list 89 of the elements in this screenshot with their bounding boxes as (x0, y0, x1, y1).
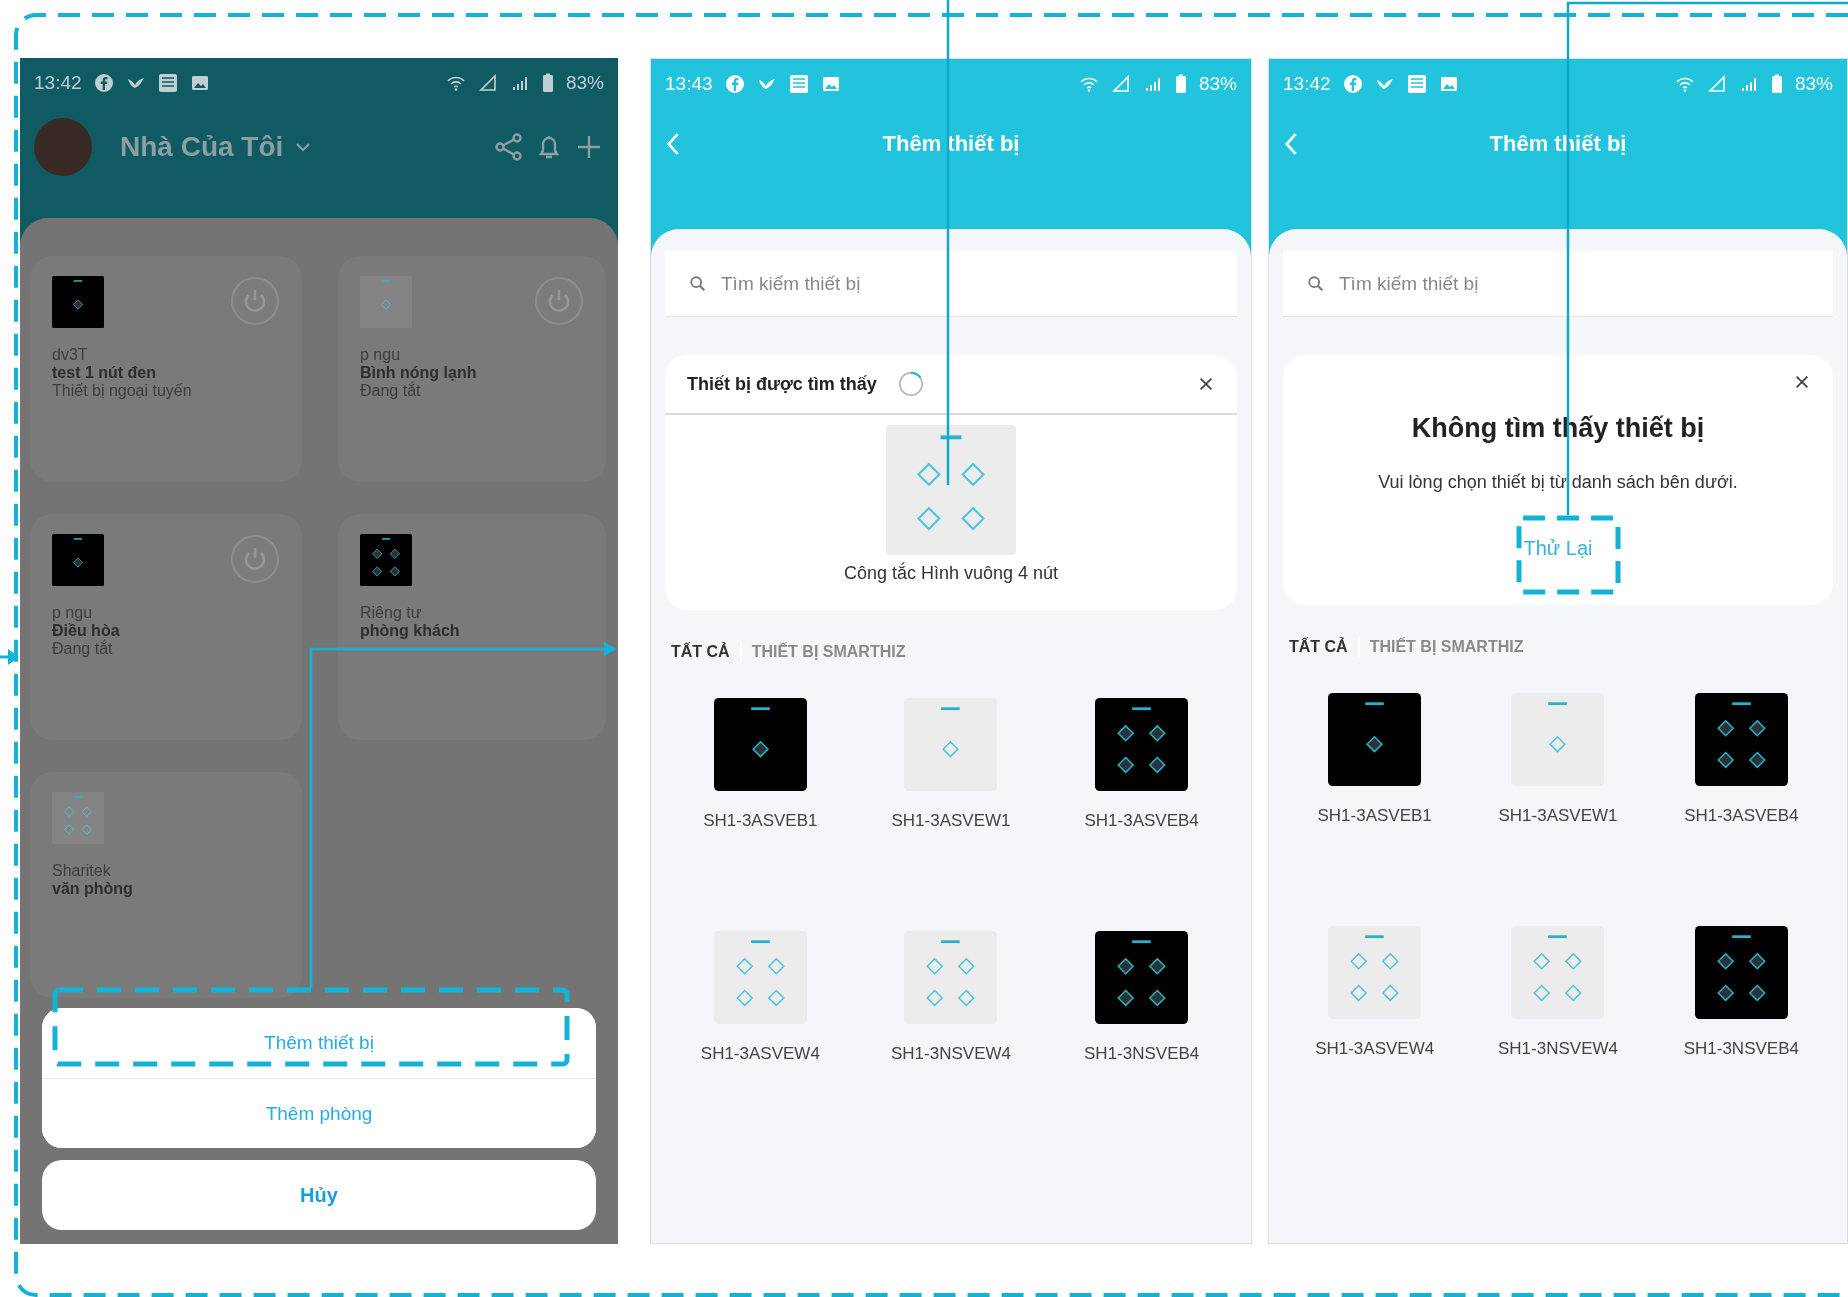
room-name: p ngu (52, 604, 94, 622)
loading-spinner (896, 370, 925, 398)
status-time: 13:42 (34, 72, 82, 94)
device-model-label: SH1-3NSVEB4 (1683, 1039, 1799, 1059)
device-name: văn phòng (52, 880, 134, 898)
news-app-icon (1406, 74, 1427, 94)
device-model-label: SH1-3ASVEB4 (1684, 806, 1799, 826)
facebook-icon (1342, 74, 1363, 94)
device-status: Thiết bị ngoại tuyến (52, 382, 193, 400)
found-devices-title: Thiết bị được tìm thấy (687, 373, 877, 395)
facebook-icon (724, 74, 745, 94)
battery-icon (1770, 74, 1783, 94)
switch-image[interactable] (1694, 926, 1788, 1019)
device-name: test 1 nút đen (52, 364, 157, 382)
room-name: p ngu (360, 346, 402, 364)
action-sheet-item[interactable]: Thêm phòng (42, 1078, 596, 1148)
signal-icon (1706, 74, 1727, 94)
category-tab[interactable]: TẤT CẢ (671, 643, 730, 661)
news-app-icon (157, 73, 178, 93)
search-icon (1307, 275, 1325, 293)
category-tab[interactable]: THIẾT BỊ SMARTHIZ (751, 643, 906, 661)
arrow (0, 649, 19, 665)
search-field[interactable]: Tìm kiếm thiết bị (1283, 251, 1833, 317)
device-model-label: SH1-3NSVEB4 (1084, 1044, 1200, 1064)
signal-icon (477, 73, 498, 93)
switch-image[interactable] (904, 931, 998, 1024)
device-model-label: SH1-3NSVEW4 (891, 1044, 1011, 1064)
search-icon (689, 275, 707, 293)
status-time: 13:42 (1283, 73, 1331, 95)
close-icon[interactable] (1197, 375, 1215, 393)
device-model-label: SH1-3ASVEB4 (1084, 811, 1199, 831)
switch-image[interactable] (713, 698, 807, 791)
image-icon (1438, 74, 1459, 94)
switch-image[interactable] (713, 931, 807, 1024)
device-model-label: SH1-3ASVEB1 (703, 811, 818, 831)
image-icon (189, 73, 210, 93)
device-model-label: SH1-3ASVEW1 (1498, 806, 1618, 826)
device-status: Đang tắt (360, 382, 421, 400)
battery-icon (1174, 74, 1187, 94)
room-name: dv3T (52, 346, 89, 364)
switch-image[interactable] (885, 425, 1017, 555)
battery-percent: 83% (565, 72, 604, 94)
battery-icon (541, 73, 554, 93)
switch-image[interactable] (1328, 693, 1422, 786)
device-model-label: SH1-3ASVEW1 (891, 811, 1011, 831)
battery-percent: 83% (1794, 73, 1833, 95)
switch-image[interactable] (904, 698, 998, 791)
switch-image[interactable] (1328, 926, 1422, 1019)
found-device-name[interactable]: Công tắc Hình vuông 4 nút (843, 563, 1059, 584)
status-time: 13:43 (665, 73, 713, 95)
device-model-label: SH1-3NSVEW4 (1498, 1039, 1618, 1059)
switch-image[interactable] (1511, 693, 1605, 786)
device-name: phòng khách (360, 622, 461, 640)
image-icon (820, 74, 841, 94)
device-card[interactable]: p ngu Bình nóng lạnh Đang tắt (338, 256, 606, 482)
battery-percent: 83% (1198, 73, 1237, 95)
switch-image[interactable] (1095, 931, 1189, 1024)
device-card[interactable]: Riêng tư phòng khách (338, 514, 606, 740)
home-title[interactable]: Nhà Của Tôi (120, 131, 284, 163)
device-name: Điều hòa (52, 622, 121, 639)
power-button[interactable] (230, 534, 280, 584)
page-title: Thêm thiết bị (1489, 131, 1627, 157)
search-field[interactable]: Tìm kiếm thiết bị (665, 251, 1237, 317)
cancel-button[interactable]: Hủy (42, 1160, 596, 1230)
device-model-label: SH1-3ASVEW4 (1315, 1039, 1435, 1059)
category-tab[interactable]: THIẾT BỊ SMARTHIZ (1369, 638, 1524, 656)
room-name: Sharitek (52, 862, 112, 880)
facebook-icon (93, 73, 114, 93)
close-icon[interactable] (1793, 373, 1811, 391)
retry-link[interactable]: Thử Lại (1523, 537, 1593, 560)
switch-image[interactable] (1694, 693, 1788, 786)
page-title: Thêm thiết bị (882, 131, 1020, 157)
signal-icon (1110, 74, 1131, 94)
device-card[interactable]: p ngu Điều hòa Đang tắt (30, 514, 302, 740)
power-button[interactable] (534, 276, 584, 326)
news-app-icon (788, 74, 809, 94)
category-tab[interactable]: TẤT CẢ (1289, 638, 1348, 656)
device-name: Bình nóng lạnh (360, 364, 478, 382)
not-found-message: Vui lòng chọn thiết bị từ danh sách bên dưới. (1378, 472, 1738, 493)
device-status: Đang tắt (52, 640, 114, 658)
switch-image[interactable] (1095, 698, 1189, 791)
device-card[interactable]: Sharitek văn phòng (30, 772, 302, 998)
device-model-label: SH1-3ASVEW4 (700, 1044, 820, 1064)
device-model-label: SH1-3ASVEB1 (1317, 806, 1432, 826)
power-button[interactable] (230, 276, 280, 326)
room-name: Riêng tư (360, 604, 423, 622)
device-card[interactable]: dv3T test 1 nút đen Thiết bị ngoại tuyến (30, 256, 302, 482)
switch-image[interactable] (1511, 926, 1605, 1019)
share-icon[interactable] (494, 132, 524, 162)
